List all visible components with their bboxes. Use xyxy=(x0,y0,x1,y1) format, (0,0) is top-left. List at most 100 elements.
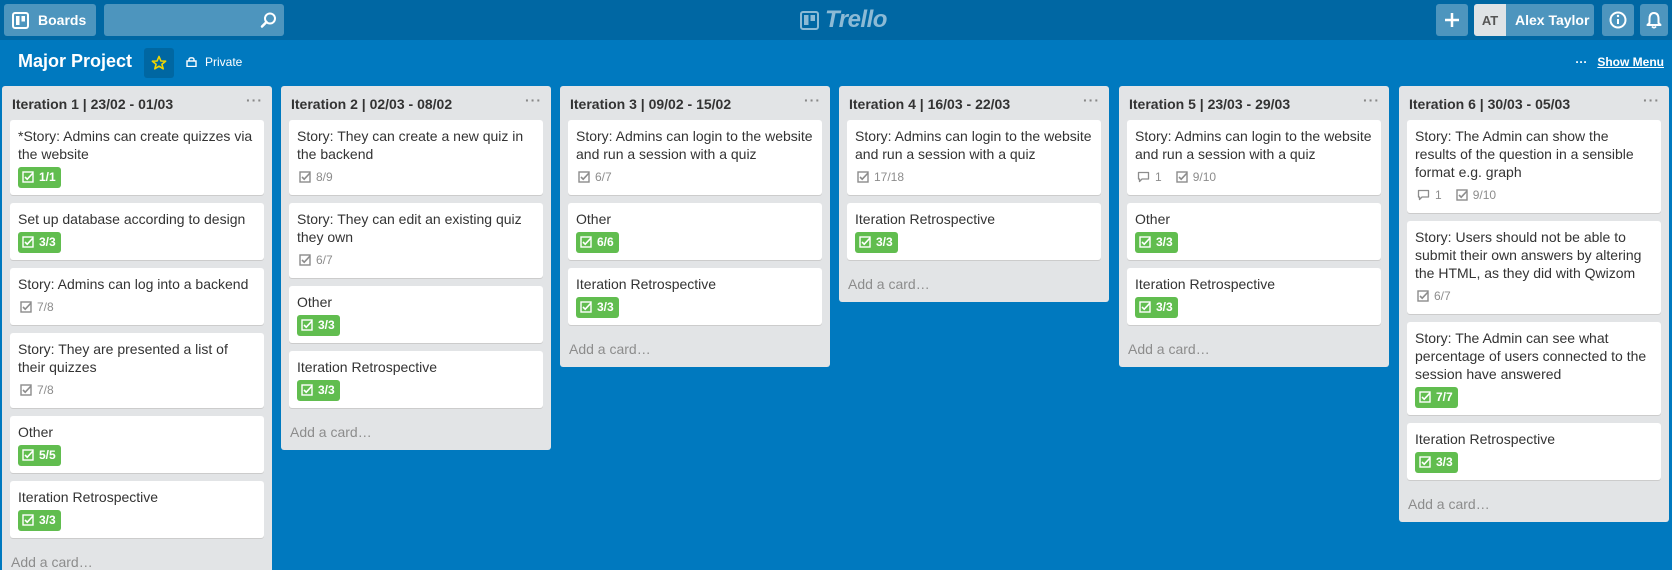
list-title[interactable]: Iteration 6 | 30/03 - 05/03 xyxy=(1409,96,1570,112)
card-title: Story: They are presented a list of thei… xyxy=(18,341,228,375)
add-card-button[interactable]: Add a card… xyxy=(2,546,272,570)
card[interactable]: Iteration Retrospective 3/3 xyxy=(289,351,543,408)
add-card-button[interactable]: Add a card… xyxy=(281,416,551,450)
card[interactable]: Other 5/5 xyxy=(10,416,264,473)
more-icon: ··· xyxy=(1575,55,1588,69)
card-badges: 7/7 xyxy=(1415,386,1653,408)
add-card-button[interactable]: Add a card… xyxy=(839,268,1109,302)
checklist-icon xyxy=(299,171,311,183)
boards-label: Boards xyxy=(38,12,87,28)
list-title[interactable]: Iteration 3 | 09/02 - 15/02 xyxy=(570,96,731,112)
boards-button[interactable]: Boards xyxy=(4,4,96,36)
card[interactable]: Story: The Admin can show the results of… xyxy=(1407,120,1661,213)
list-menu-button[interactable]: ··· xyxy=(1363,92,1380,108)
star-button[interactable] xyxy=(144,48,174,78)
checklist-badge: 3/3 xyxy=(1135,231,1178,253)
card[interactable]: Iteration Retrospective 3/3 xyxy=(568,268,822,325)
checklist-icon xyxy=(22,236,34,248)
card[interactable]: Other 3/3 xyxy=(1127,203,1381,260)
card[interactable]: Set up database according to design 3/3 xyxy=(10,203,264,260)
checklist-badge: 6/7 xyxy=(1415,289,1451,303)
show-menu-button[interactable]: ··· Show Menu xyxy=(1575,55,1664,69)
list-title[interactable]: Iteration 1 | 23/02 - 01/03 xyxy=(12,96,173,112)
search-icon[interactable] xyxy=(260,11,278,29)
star-icon xyxy=(151,55,167,70)
checklist-icon xyxy=(22,449,34,461)
info-button[interactable] xyxy=(1602,4,1634,36)
card-list: *Story: Admins can create quizzes via th… xyxy=(2,120,272,538)
card[interactable]: Other 3/3 xyxy=(289,286,543,343)
list-menu-button[interactable]: ··· xyxy=(1083,92,1100,108)
checklist-icon xyxy=(301,384,313,396)
card-title: Other xyxy=(18,424,54,440)
card[interactable]: Story: They can create a new quiz in the… xyxy=(289,120,543,195)
card[interactable]: Story: They can edit an existing quiz th… xyxy=(289,203,543,278)
trello-logo[interactable]: Trello xyxy=(800,6,887,34)
card-badges: 7/8 xyxy=(18,379,256,401)
add-card-button[interactable]: Add a card… xyxy=(1119,333,1389,367)
card[interactable]: Story: Admins can log into a backend 7/8 xyxy=(10,268,264,325)
show-menu-label: Show Menu xyxy=(1597,55,1664,69)
checklist-count: 3/3 xyxy=(1156,300,1173,314)
card-title: Set up database according to design xyxy=(18,211,246,227)
card-title: Story: Users should not be able to submi… xyxy=(1415,229,1642,281)
privacy-button[interactable]: Private xyxy=(186,55,242,69)
card[interactable]: Story: Admins can login to the website a… xyxy=(847,120,1101,195)
list-menu-button[interactable]: ··· xyxy=(246,92,263,108)
card-badges: 3/3 xyxy=(297,314,535,336)
list-menu-button[interactable]: ··· xyxy=(804,92,821,108)
comment-icon xyxy=(1417,189,1430,201)
card-list: Story: Admins can login to the website a… xyxy=(1119,120,1389,325)
card-title: Iteration Retrospective xyxy=(855,211,996,227)
list-menu-button[interactable]: ··· xyxy=(1643,92,1660,108)
logo-icon xyxy=(800,10,819,30)
card[interactable]: Iteration Retrospective 3/3 xyxy=(10,481,264,538)
list-menu-button[interactable]: ··· xyxy=(525,92,542,108)
card[interactable]: Story: Admins can login to the website a… xyxy=(1127,120,1381,195)
checklist-badge: 6/6 xyxy=(576,231,619,253)
checklist-count: 5/5 xyxy=(39,448,56,462)
card[interactable]: Iteration Retrospective 3/3 xyxy=(847,203,1101,260)
checklist-count: 7/7 xyxy=(1436,390,1453,404)
notifications-button[interactable] xyxy=(1640,4,1668,36)
card[interactable]: Iteration Retrospective 3/3 xyxy=(1127,268,1381,325)
add-button[interactable] xyxy=(1436,4,1468,36)
checklist-count: 8/9 xyxy=(316,170,333,184)
add-card-button[interactable]: Add a card… xyxy=(560,333,830,367)
card-title: Iteration Retrospective xyxy=(576,276,717,292)
search-input[interactable] xyxy=(104,4,284,36)
card[interactable]: Other 6/6 xyxy=(568,203,822,260)
comment-badge: 1 xyxy=(1135,170,1162,184)
list-header: Iteration 1 | 23/02 - 01/03 ··· xyxy=(2,86,272,120)
card[interactable]: Story: Users should not be able to submi… xyxy=(1407,221,1661,314)
checklist-icon xyxy=(1139,236,1151,248)
card[interactable]: Story: Admins can login to the website a… xyxy=(568,120,822,195)
list-title[interactable]: Iteration 2 | 02/03 - 08/02 xyxy=(291,96,452,112)
card[interactable]: Iteration Retrospective 3/3 xyxy=(1407,423,1661,480)
card-title: Iteration Retrospective xyxy=(1135,276,1276,292)
list-title[interactable]: Iteration 5 | 23/03 - 29/03 xyxy=(1129,96,1290,112)
comment-count: 1 xyxy=(1155,170,1162,184)
list-title[interactable]: Iteration 4 | 16/03 - 22/03 xyxy=(849,96,1010,112)
checklist-badge: 3/3 xyxy=(1415,451,1458,473)
card-badges: 3/3 xyxy=(576,296,814,318)
info-icon xyxy=(1609,11,1627,29)
avatar: AT xyxy=(1474,4,1506,36)
card-title: Story: They can create a new quiz in the… xyxy=(297,128,524,162)
card-title: Story: Admins can log into a backend xyxy=(18,276,249,292)
list-header: Iteration 6 | 30/03 - 05/03 ··· xyxy=(1399,86,1669,120)
card[interactable]: Story: They are presented a list of thei… xyxy=(10,333,264,408)
card[interactable]: Story: The Admin can see what percentage… xyxy=(1407,322,1661,415)
comment-icon xyxy=(1137,171,1150,183)
list: Iteration 4 | 16/03 - 22/03 ··· Story: Adm… xyxy=(839,86,1109,302)
privacy-label: Private xyxy=(205,55,243,69)
card-title: Other xyxy=(576,211,612,227)
add-card-button[interactable]: Add a card… xyxy=(1399,488,1669,522)
card[interactable]: *Story: Admins can create quizzes via th… xyxy=(10,120,264,195)
checklist-icon xyxy=(857,171,869,183)
checklist-count: 3/3 xyxy=(39,513,56,527)
board-title[interactable]: Major Project xyxy=(18,51,132,72)
user-menu-button[interactable]: AT Alex Taylor xyxy=(1474,4,1594,36)
checklist-icon xyxy=(1419,456,1431,468)
checklist-badge: 5/5 xyxy=(18,444,61,466)
